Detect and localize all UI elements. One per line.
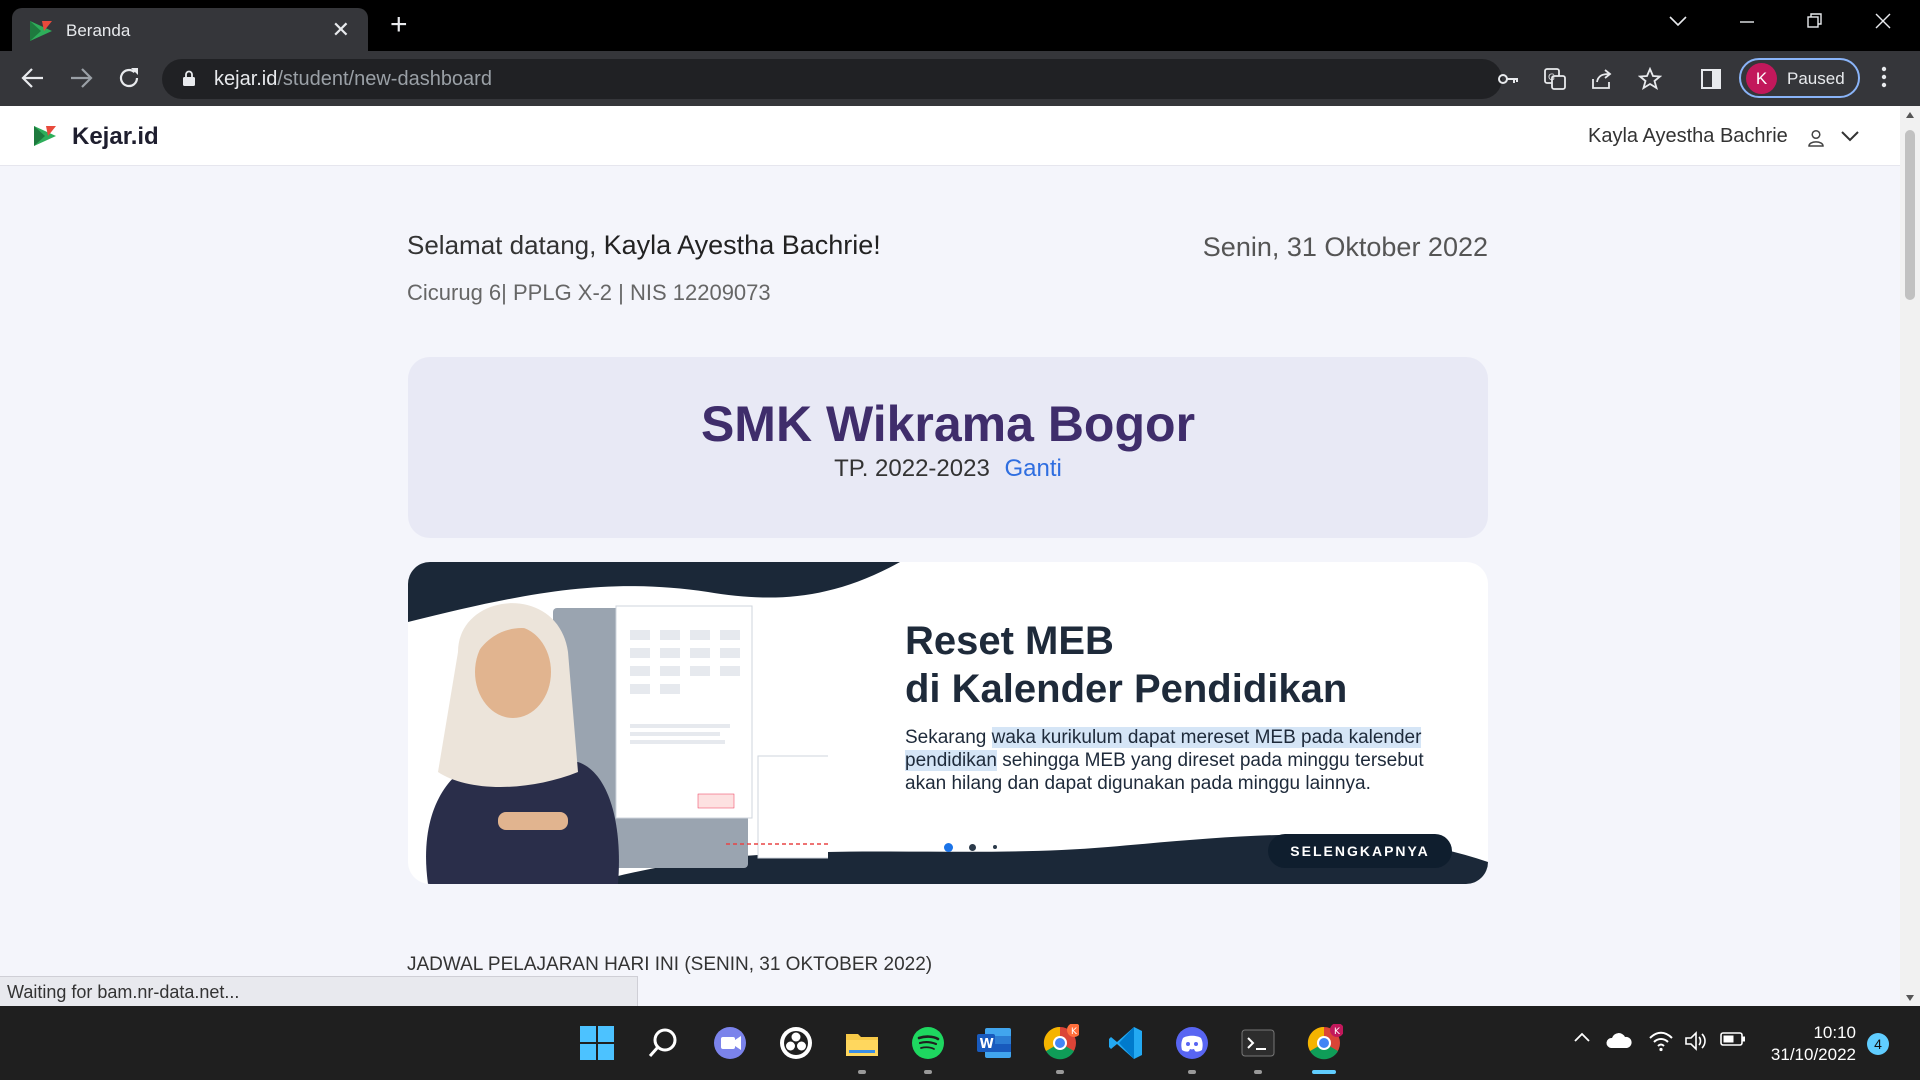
banner-desc-highlight1: waka kurikulum dapat mereset MEB pada ka… [991,727,1422,748]
chevron-down-icon[interactable] [1840,128,1860,144]
password-key-icon[interactable] [1496,67,1520,91]
tab-title: Beranda [66,21,131,40]
discord-running-indicator [1188,1070,1196,1074]
scroll-down-arrow-icon[interactable] [1905,994,1915,1002]
teams-chat-icon[interactable] [711,1024,749,1062]
word-icon[interactable]: W [975,1024,1013,1062]
welcome-prefix: Selamat datang, [407,230,597,260]
windows-taskbar: W K K 10:10 31/10/2022 4 [0,1006,1920,1080]
svg-text:W: W [980,1037,994,1052]
tray-chevron-up-icon[interactable] [1572,1030,1592,1044]
school-year: TP. 2022-2023 [834,455,990,482]
side-panel-icon[interactable] [1699,67,1723,91]
banner-desc-highlight2: pendidikan [905,750,997,771]
translate-icon[interactable]: G [1543,67,1567,91]
brand-name[interactable]: Kejar.id [72,123,159,151]
close-window-icon[interactable] [1874,12,1892,30]
bookmark-star-icon[interactable] [1638,67,1662,91]
banner-title-line2: di Kalender Pendidikan [905,667,1348,711]
page-viewport: Kejar.id Kayla Ayestha Bachrie Selamat d… [0,106,1900,1006]
carousel-dot-1[interactable] [944,843,953,852]
carousel-dot-2[interactable] [969,844,976,851]
current-date: Senin, 31 Oktober 2022 [1202,232,1488,262]
restore-icon[interactable] [1806,12,1824,30]
tab-close-icon[interactable]: ✕ [332,17,350,43]
chrome-k-running-indicator [1056,1070,1064,1074]
discord-icon[interactable] [1173,1024,1211,1062]
lock-icon[interactable] [182,70,196,86]
change-year-link[interactable]: Ganti [1004,455,1061,482]
url-domain: kejar.id [214,68,278,90]
vscode-icon[interactable] [1107,1024,1145,1062]
browser-status-bar: Waiting for bam.nr-data.net... [0,976,638,1006]
profile-avatar: K [1746,63,1777,94]
address-bar[interactable]: kejar.id/student/new-dashboard [162,59,1502,99]
share-icon[interactable] [1590,67,1614,91]
obs-app-icon[interactable] [777,1024,815,1062]
banner-desc-part1: Sekarang [905,727,992,748]
windows-start-icon[interactable] [578,1024,616,1062]
student-info: Cicurug 6| PPLG X-2 | NIS 12209073 [407,280,771,305]
back-arrow-icon[interactable] [20,65,46,91]
person-photo-icon [426,603,828,884]
banner-title-line1: Reset MEB [905,619,1114,663]
kejar-favicon-icon [30,21,52,41]
school-card: SMK Wikrama Bogor TP. 2022-2023 Ganti [408,357,1488,538]
profile-status: Paused [1787,69,1845,88]
user-icon[interactable] [1806,128,1826,148]
carousel-dot-3[interactable] [993,845,997,849]
school-name: SMK Wikrama Bogor [700,396,1196,452]
profile-button[interactable]: K Paused [1739,58,1860,98]
app-header: Kejar.id Kayla Ayestha Bachrie [0,106,1900,166]
tab-search-chevron-icon[interactable] [1668,14,1688,28]
page-scrollbar[interactable] [1900,106,1920,1006]
banner-title: Reset MEB di Kalender Pendidikan [905,617,1347,713]
school-year-row: TP. 2022-2023 Ganti [408,455,1488,483]
clock-date: 31/10/2022 [1770,1045,1856,1064]
promo-banner[interactable]: Reset MEB di Kalender Pendidikan Sekaran… [408,562,1488,884]
browser-tab-strip: Beranda ✕ + [0,0,1920,51]
scroll-up-arrow-icon[interactable] [1905,111,1915,119]
clock-time: 10:10 [1813,1023,1856,1042]
forward-arrow-icon[interactable] [68,65,94,91]
welcome-message: Selamat datang, Kayla Ayestha Bachrie! [407,230,881,261]
battery-icon[interactable] [1720,1030,1746,1048]
kejar-logo-icon[interactable] [34,126,56,146]
minimize-icon[interactable] [1738,12,1756,30]
reload-icon[interactable] [116,65,142,91]
url-text[interactable]: kejar.id/student/new-dashboard [214,68,492,91]
schedule-heading: JADWAL PELAJARAN HARI INI (SENIN, 31 OKT… [407,954,933,975]
wifi-icon[interactable] [1648,1030,1674,1052]
system-clock[interactable]: 10:10 31/10/2022 [1760,1022,1856,1066]
user-name[interactable]: Kayla Ayestha Bachrie [1588,125,1788,148]
chrome-profile-k-icon[interactable]: K [1041,1024,1079,1062]
browser-toolbar: kejar.id/student/new-dashboard G K Pause… [0,51,1920,106]
chrome-active-icon[interactable]: K [1305,1024,1343,1062]
volume-icon[interactable] [1684,1030,1708,1052]
chrome-active-indicator [1312,1070,1336,1074]
notification-badge[interactable]: 4 [1867,1033,1889,1055]
banner-description: Sekarang waka kurikulum dapat mereset ME… [905,726,1445,795]
url-path: /student/new-dashboard [277,68,492,90]
file-explorer-running-indicator [858,1070,866,1074]
banner-cta-button[interactable]: SELENGKAPNYA [1268,834,1452,868]
scrollbar-thumb[interactable] [1905,130,1915,300]
spotify-running-indicator [924,1070,932,1074]
browser-tab-beranda[interactable]: Beranda ✕ [12,8,368,51]
search-icon[interactable] [645,1024,683,1062]
file-explorer-icon[interactable] [843,1024,881,1062]
new-tab-button[interactable]: + [390,10,408,40]
spotify-icon[interactable] [909,1024,947,1062]
onedrive-cloud-icon[interactable] [1605,1030,1633,1050]
welcome-name: Kayla Ayestha Bachrie! [603,230,881,260]
terminal-icon[interactable] [1239,1024,1277,1062]
terminal-running-indicator [1254,1070,1262,1074]
svg-text:G: G [1548,73,1555,83]
browser-menu-icon[interactable] [1880,65,1888,89]
